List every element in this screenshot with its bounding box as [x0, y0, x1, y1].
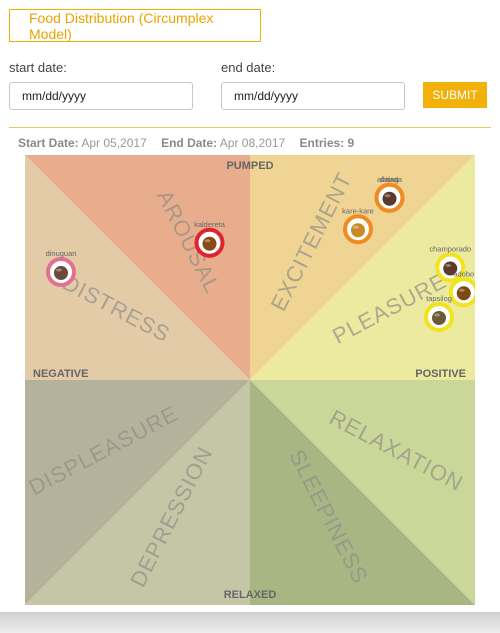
food-marker-afritada[interactable]: afritada	[374, 175, 405, 213]
axis-negative-label: NEGATIVE	[33, 368, 88, 380]
start-date-label: start date:	[9, 60, 67, 75]
food-marker-label: adobo	[453, 269, 474, 278]
stats-bar: Start Date: Apr 05,2017 End Date: Apr 08…	[18, 136, 365, 150]
entries-stat-label: Entries:	[299, 136, 345, 150]
axis-pumped-label: PUMPED	[226, 160, 273, 172]
circumplex-chart: AROUSAL EXCITEMENT DISTRESS PLEASURE DIS…	[25, 155, 475, 605]
entries-stat-value: 9	[347, 136, 355, 150]
food-marker-label: tapsilog	[426, 294, 452, 303]
start-date-stat-label: Start Date:	[18, 136, 79, 150]
footer-shadow	[0, 612, 500, 633]
start-date-input[interactable]: mm/dd/yyyy	[9, 82, 193, 110]
food-marker-label: dinuguan	[46, 249, 77, 258]
food-marker-label: kaldereta	[194, 220, 226, 229]
end-date-label: end date:	[221, 60, 276, 75]
food-marker-kaldereta[interactable]: kaldereta	[194, 220, 226, 258]
food-marker-label: kare-kare	[342, 206, 374, 215]
page-title: Food Distribution (Circumplex Model)	[9, 9, 261, 42]
food-marker-kare-kare[interactable]: kare-kare	[342, 206, 374, 245]
food-marker-label: champorado	[429, 245, 471, 254]
food-marker-label: afritada	[377, 175, 403, 184]
food-marker-dinuguan[interactable]: dinuguan	[46, 249, 77, 287]
submit-button[interactable]: SUBMIT	[423, 82, 487, 108]
axis-relaxed-label: RELAXED	[224, 589, 277, 601]
food-marker-tapsilog[interactable]: tapsilog	[424, 294, 454, 332]
end-date-stat-value: Apr 08,2017	[219, 136, 286, 150]
end-date-input[interactable]: mm/dd/yyyy	[221, 82, 405, 110]
end-date-stat-label: End Date:	[161, 136, 218, 150]
divider	[9, 127, 491, 128]
start-date-stat-value: Apr 05,2017	[81, 136, 147, 150]
food-marker-adobo[interactable]: adobo	[448, 269, 475, 308]
axis-positive-label: POSITIVE	[415, 368, 466, 380]
